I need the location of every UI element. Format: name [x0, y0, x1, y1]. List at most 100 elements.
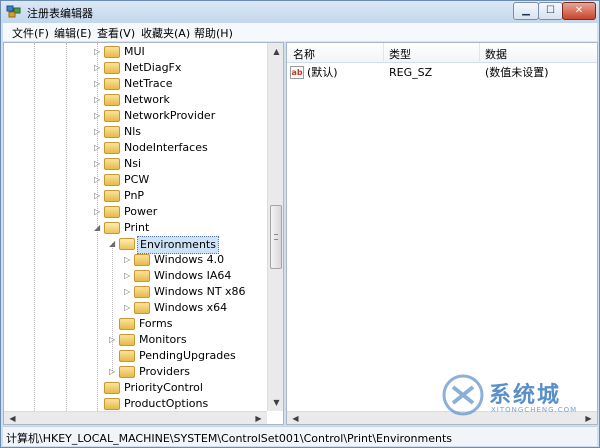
value-name: (默认) [307, 66, 338, 79]
scroll-left-arrow-icon[interactable]: ◀ [4, 410, 21, 424]
column-divider[interactable] [479, 43, 480, 63]
tree-item[interactable]: ▷ Power [94, 204, 267, 220]
registry-editor-icon [6, 5, 21, 18]
maximize-icon: ☐ [546, 5, 555, 16]
maximize-button[interactable]: ☐ [538, 2, 563, 20]
folder-open-icon [119, 238, 135, 250]
scroll-thumb[interactable] [270, 205, 282, 269]
collapse-arrow-icon[interactable]: ◢ [109, 236, 119, 252]
expand-arrow-icon[interactable]: ▷ [94, 156, 104, 172]
tree-item-label: ProductOptions [124, 397, 209, 410]
folder-icon [119, 318, 135, 330]
expand-arrow-icon[interactable]: ▷ [94, 60, 104, 76]
watermark-domain: XITONGCHENG.COM [491, 406, 578, 414]
tree-item[interactable]: ▷ PnP [94, 188, 267, 204]
tree-item-label: PendingUpgrades [139, 349, 236, 362]
tree-item[interactable]: ▷ NetTrace [94, 76, 267, 92]
collapse-arrow-icon[interactable]: ◢ [94, 220, 104, 236]
tree-item[interactable]: Forms [109, 316, 267, 332]
column-type[interactable]: 类型 [389, 46, 411, 62]
menu-edit[interactable]: 编辑(E) [54, 25, 92, 41]
expand-arrow-icon[interactable]: ▷ [124, 284, 134, 300]
expand-arrow-icon[interactable]: ▷ [94, 108, 104, 124]
expand-arrow-icon[interactable]: ▷ [109, 332, 119, 348]
menu-bar: 文件(F) 编辑(E) 查看(V) 收藏夹(A) 帮助(H) [3, 23, 597, 42]
expand-arrow-icon[interactable]: ▷ [94, 188, 104, 204]
watermark-brand: 系统城 [489, 383, 562, 408]
expand-arrow-icon[interactable]: ▷ [94, 92, 104, 108]
title-bar[interactable]: 注册表编辑器 ▁ ☐ ✕ [1, 1, 599, 23]
tree-item-label: PnP [124, 189, 145, 202]
tree-item[interactable]: ▷ Monitors [109, 332, 267, 348]
tree-item[interactable]: ▷ Windows IA64 [124, 268, 267, 284]
expand-arrow-icon[interactable]: ▷ [94, 76, 104, 92]
tree-item-label: Network [124, 93, 170, 106]
minimize-button[interactable]: ▁ [513, 2, 539, 20]
tree-item[interactable]: PendingUpgrades [109, 348, 267, 364]
tree-item-label: PCW [124, 173, 150, 186]
grip-icon [274, 234, 278, 240]
tree-item[interactable]: ▷ NodeInterfaces [94, 140, 267, 156]
tree-item[interactable]: ProductOptions [94, 396, 267, 412]
tree-item-label: PriorityControl [124, 381, 203, 394]
tree-item[interactable]: ▷ NetworkProvider [94, 108, 267, 124]
close-button[interactable]: ✕ [562, 2, 596, 20]
value-data: (数值未设置) [485, 66, 549, 79]
tree-item[interactable]: ▷ Nsi [94, 156, 267, 172]
registry-tree-pane[interactable]: ▷ MUI ▷ NetDiagFx ▷ NetTrace ▷ Network ▷ NetworkP… [3, 42, 284, 425]
watermark-logo: 系统城 XITONGCHENG.COM [441, 373, 591, 423]
tree-item-label: Windows IA64 [154, 269, 232, 282]
values-column-header: 名称 类型 数据 [287, 43, 597, 63]
expand-arrow-icon[interactable]: ▷ [124, 252, 134, 268]
tree-item[interactable]: ◢ Environments [109, 236, 267, 254]
scroll-right-arrow-icon[interactable]: ▶ [250, 410, 267, 424]
tree-item[interactable]: PriorityControl [94, 380, 267, 396]
folder-icon [104, 142, 120, 154]
folder-icon [104, 158, 120, 170]
tree-item-label: NetDiagFx [124, 61, 182, 74]
folder-icon [104, 94, 120, 106]
column-name[interactable]: 名称 [293, 46, 315, 62]
value-row[interactable]: ab (默认) REG_SZ (数值未设置) [287, 65, 597, 81]
minimize-icon: ▁ [522, 5, 530, 16]
tree-item[interactable]: ▷ MUI [94, 44, 267, 60]
tree-item[interactable]: ▷ Network [94, 92, 267, 108]
tree-horizontal-scrollbar[interactable]: ◀ ▶ [4, 410, 267, 424]
tree-item-label: Providers [139, 365, 191, 378]
expand-arrow-icon[interactable]: ▷ [124, 300, 134, 316]
expand-arrow-icon[interactable]: ▷ [94, 140, 104, 156]
menu-favorites[interactable]: 收藏夹(A) [141, 25, 190, 41]
column-data[interactable]: 数据 [485, 46, 507, 62]
folder-icon [104, 46, 120, 58]
folder-icon [134, 302, 150, 314]
tree-item-label: Windows NT x86 [154, 285, 246, 298]
tree-item[interactable]: ▷ Providers [109, 364, 267, 380]
expand-arrow-icon[interactable]: ▷ [124, 268, 134, 284]
column-divider[interactable] [383, 43, 384, 63]
expand-arrow-icon[interactable]: ▷ [94, 124, 104, 140]
menu-help[interactable]: 帮助(H) [194, 25, 233, 41]
scroll-down-arrow-icon[interactable]: ▼ [268, 394, 283, 411]
folder-icon [104, 78, 120, 90]
tree-item[interactable]: ◢ Print [94, 220, 267, 236]
scroll-left-arrow-icon[interactable]: ◀ [287, 410, 304, 424]
menu-file[interactable]: 文件(F) [12, 25, 49, 41]
tree-item[interactable]: ▷ PCW [94, 172, 267, 188]
tree-item[interactable]: ▷ Nls [94, 124, 267, 140]
expand-arrow-icon[interactable]: ▷ [94, 172, 104, 188]
folder-open-icon [104, 222, 120, 234]
expand-arrow-icon[interactable]: ▷ [109, 364, 119, 380]
expand-arrow-icon[interactable]: ▷ [94, 44, 104, 60]
tree-item[interactable]: ▷ NetDiagFx [94, 60, 267, 76]
tree-item[interactable]: ▷ Windows NT x86 [124, 284, 267, 300]
menu-view[interactable]: 查看(V) [97, 25, 135, 41]
tree-item[interactable]: ▷ Windows x64 [124, 300, 267, 316]
folder-icon [104, 174, 120, 186]
tree-vertical-scrollbar[interactable]: ▲ ▼ [267, 43, 283, 411]
tree-item[interactable]: ▷ Windows 4.0 [124, 252, 267, 268]
registry-values-pane[interactable]: 名称 类型 数据 ab (默认) REG_SZ (数值未设置) ◀ ▶ [286, 42, 598, 425]
tree-item-label: Nsi [124, 157, 142, 170]
scroll-up-arrow-icon[interactable]: ▲ [268, 43, 283, 60]
expand-arrow-icon[interactable]: ▷ [94, 204, 104, 220]
folder-icon [134, 286, 150, 298]
